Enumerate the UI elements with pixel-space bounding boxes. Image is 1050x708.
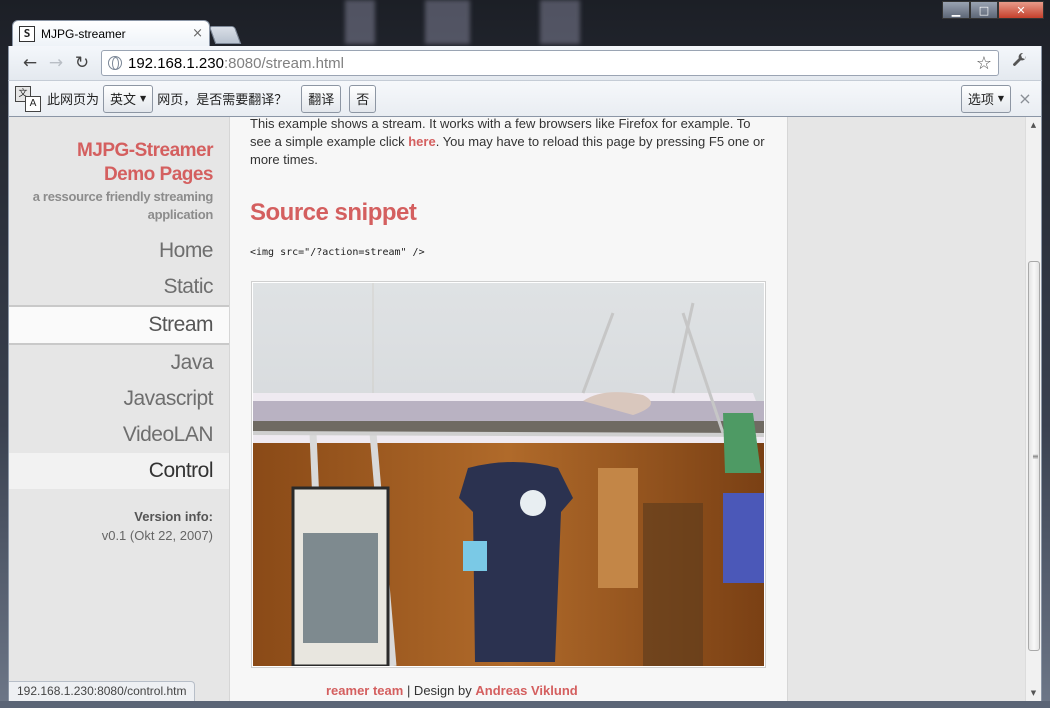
- sidebar-item-control[interactable]: Control: [9, 453, 229, 489]
- close-infobar-icon[interactable]: ×: [1015, 89, 1035, 108]
- no-translate-button[interactable]: 否: [349, 84, 377, 113]
- brand-title-line2: Demo Pages: [103, 164, 214, 185]
- scroll-down-icon[interactable]: ▼: [1026, 685, 1041, 701]
- browser-tab[interactable]: S MJPG-streamer ×: [12, 20, 210, 46]
- translate-prefix: 此网页为: [47, 93, 100, 108]
- here-link[interactable]: here: [408, 134, 435, 149]
- page-viewport: MJPG-Streamer Demo Pages a ressource fri…: [8, 117, 1042, 701]
- intro-paragraph: This example shows a stream. It works wi…: [250, 117, 765, 167]
- sidebar-item-javascript[interactable]: Javascript: [9, 381, 229, 417]
- designer-link[interactable]: Andreas Viklund: [475, 683, 577, 698]
- address-bar[interactable]: 192.168.1.230 :8080/stream.html ☆: [101, 50, 999, 76]
- window-controls: ▁ □ ✕: [942, 1, 1044, 19]
- brand-subtitle-line2: application: [147, 207, 214, 222]
- right-gutter: [789, 117, 1027, 701]
- brand: MJPG-Streamer Demo Pages a ressource fri…: [32, 139, 214, 223]
- back-arrow-icon[interactable]: ←: [17, 53, 43, 73]
- brand-subtitle-line1: a ressource friendly streaming: [32, 189, 214, 204]
- translate-icon: 文 A: [15, 85, 41, 112]
- browser-toolbar: ← → ↻ 192.168.1.230 :8080/stream.html ☆: [8, 46, 1042, 80]
- brand-title-line1: MJPG-Streamer: [76, 140, 214, 161]
- url-path: :8080/stream.html: [223, 54, 344, 72]
- new-tab-button[interactable]: [208, 26, 242, 44]
- camera-stream-image: [251, 281, 766, 668]
- wrench-icon[interactable]: [1007, 52, 1033, 73]
- version-value: v0.1 (Okt 22, 2007): [101, 528, 213, 543]
- version-label: Version info:: [134, 509, 213, 524]
- page-footer: reamer team | Design by Andreas Viklund: [326, 683, 578, 698]
- chevron-down-icon: ▼: [140, 94, 147, 103]
- desktop-background: [540, 0, 580, 44]
- sidebar-item-static[interactable]: Static: [9, 269, 229, 305]
- chevron-down-icon: ▼: [997, 94, 1004, 103]
- translate-question: 网页，是否需要翻译？: [157, 93, 288, 108]
- sidebar-item-stream[interactable]: Stream: [9, 305, 229, 345]
- sidebar: MJPG-Streamer Demo Pages a ressource fri…: [9, 117, 229, 701]
- desktop-background: [425, 0, 470, 44]
- sidebar-item-java[interactable]: Java: [9, 345, 229, 381]
- forward-arrow-icon[interactable]: →: [43, 53, 69, 73]
- sidebar-nav: Home Static Stream Java Javascript Video…: [9, 233, 229, 489]
- close-window-button[interactable]: ✕: [998, 1, 1044, 19]
- translate-infobar: 文 A 此网页为 英文 ▼ 网页，是否需要翻译？ 翻译 否 选项 ▼ ×: [8, 80, 1042, 117]
- tab-close-icon[interactable]: ×: [192, 26, 203, 41]
- window-bottom-border: [0, 701, 1050, 708]
- reload-icon[interactable]: ↻: [69, 53, 95, 73]
- code-snippet: <img src="/?action=stream" />: [250, 247, 425, 258]
- scrollbar-thumb[interactable]: ≡: [1028, 261, 1040, 651]
- desktop-background: [345, 0, 375, 44]
- main-content: This example shows a stream. It works wi…: [229, 117, 788, 701]
- url-host: 192.168.1.230: [128, 54, 224, 72]
- favicon-icon: S: [19, 25, 35, 42]
- scroll-up-icon[interactable]: ▲: [1026, 117, 1041, 133]
- bookmark-star-icon[interactable]: ☆: [976, 53, 992, 74]
- translate-button[interactable]: 翻译: [301, 84, 342, 113]
- tab-title: MJPG-streamer: [41, 26, 126, 41]
- language-select[interactable]: 英文 ▼: [103, 84, 154, 113]
- team-link[interactable]: reamer team: [326, 683, 403, 698]
- maximize-button[interactable]: □: [970, 1, 998, 19]
- grip-icon: ≡: [1032, 452, 1039, 461]
- browser-window: ▁ □ ✕ S MJPG-streamer × ← → ↻ 192.168.1.…: [0, 0, 1050, 708]
- sidebar-item-home[interactable]: Home: [9, 233, 229, 269]
- sidebar-item-videolan[interactable]: VideoLAN: [9, 417, 229, 453]
- snippet-heading: Source snippet: [250, 199, 417, 226]
- globe-icon: [108, 56, 122, 70]
- status-url-bubble: 192.168.1.230:8080/control.htm: [9, 681, 196, 701]
- camera-frame: [253, 283, 764, 666]
- vertical-scrollbar[interactable]: ▲ ≡ ▼: [1025, 117, 1041, 701]
- version-info: Version info: v0.1 (Okt 22, 2007): [102, 509, 213, 543]
- minimize-button[interactable]: ▁: [942, 1, 970, 19]
- options-button[interactable]: 选项 ▼: [960, 84, 1011, 113]
